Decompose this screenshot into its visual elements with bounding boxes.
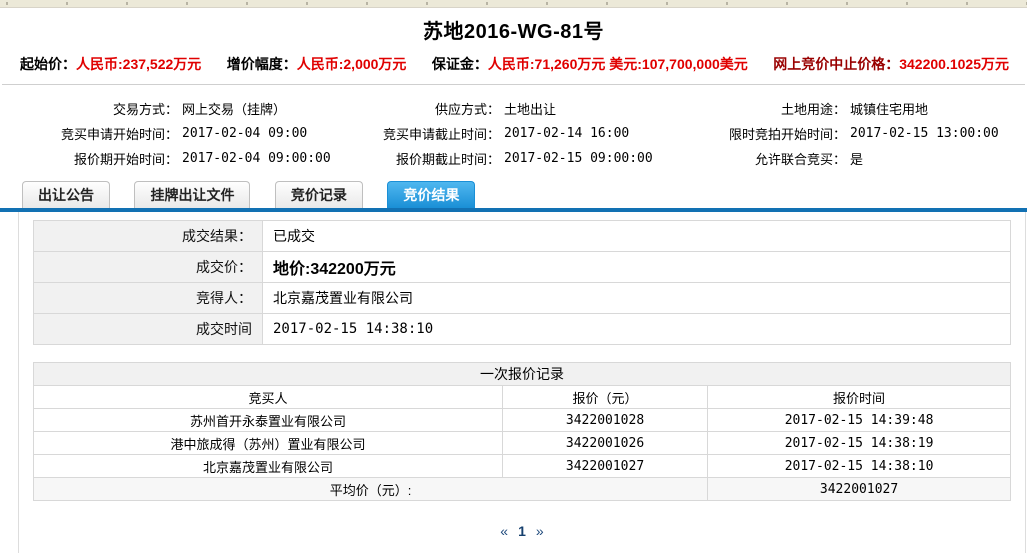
col-header-bidder: 竞买人 xyxy=(33,385,503,409)
bidder-name: 苏州首开永泰置业有限公司 xyxy=(33,408,503,432)
deposit-label: 保证金： xyxy=(431,56,488,72)
tab-sale-announcement[interactable]: 出让公告 xyxy=(22,181,110,208)
tab-bid-records[interactable]: 竞价记录 xyxy=(274,181,363,208)
page-next-button[interactable]: » xyxy=(536,523,544,539)
page-title: 苏地2016-WG-81号 xyxy=(423,21,604,43)
page-prev-button[interactable]: « xyxy=(500,523,508,539)
info-label: 竞买申请开始时间： xyxy=(60,126,178,142)
browser-toolbar-remnant xyxy=(0,0,1027,8)
tab-bar: 出让公告 挂牌出让文件 竞价记录 竞价结果 xyxy=(0,181,1027,208)
table-header-row: 竞买人 报价（元） 报价时间 xyxy=(33,385,1011,409)
tab-listing-documents[interactable]: 挂牌出让文件 xyxy=(134,181,251,208)
info-value: 2017-02-04 09:00 xyxy=(182,125,308,141)
increment-amount: 增价幅度：人民币:2,000万元 xyxy=(227,54,407,74)
info-apply-end: 竞买申请截止时间： 2017-02-14 16:00 xyxy=(360,122,700,144)
info-supply-method: 供应方式： 土地出让 xyxy=(360,97,700,119)
info-joint-bid-allowed: 允许联合竞买： 是 xyxy=(700,147,1027,169)
info-value: 2017-02-15 13:00:00 xyxy=(850,125,999,141)
info-land-use: 土地用途： 城镇住宅用地 xyxy=(700,97,1027,119)
info-quote-start: 报价期开始时间： 2017-02-04 09:00:00 xyxy=(0,147,360,169)
col-header-price: 报价（元） xyxy=(501,385,709,409)
info-value: 土地出让 xyxy=(504,101,557,117)
col-header-time: 报价时间 xyxy=(707,385,1011,409)
info-label: 土地用途： xyxy=(780,101,846,117)
table-row: 竞得人： 北京嘉茂置业有限公司 xyxy=(33,282,1011,314)
bid-time: 2017-02-15 14:38:19 xyxy=(707,431,1011,455)
result-label: 成交时间 xyxy=(33,313,263,345)
average-price-row: 平均价（元）: 3422001027 xyxy=(32,477,1011,501)
deal-time-value: 2017-02-15 14:38:10 xyxy=(262,313,1011,345)
online-stop-price: 网上竞价中止价格：342200.1025万元 xyxy=(773,54,1009,74)
info-label: 允许联合竞买： xyxy=(754,151,846,167)
deposit: 保证金：人民币:71,260万元 美元:107,700,000美元 xyxy=(432,54,748,74)
deposit-value: 人民币:71,260万元 美元:107,700,000美元 xyxy=(487,56,748,72)
average-price-label: 平均价（元）: xyxy=(32,477,709,501)
info-value: 2017-02-15 09:00:00 xyxy=(504,150,653,166)
average-price-value: 3422001027 xyxy=(707,477,1011,501)
first-round-bid-table: 一次报价记录 竞买人 报价（元） 报价时间 苏州首开永泰置业有限公司 34220… xyxy=(32,362,1011,501)
info-label: 报价期开始时间： xyxy=(73,151,178,167)
tab-bid-result[interactable]: 竞价结果 xyxy=(387,181,476,208)
info-value: 2017-02-04 09:00:00 xyxy=(182,150,331,166)
start-price-label: 起始价： xyxy=(20,56,76,72)
info-label: 交易方式： xyxy=(112,101,178,117)
start-price: 起始价：人民币:237,522万元 xyxy=(20,54,201,74)
table-row: 北京嘉茂置业有限公司 3422001027 2017-02-15 14:38:1… xyxy=(33,454,1011,478)
info-timed-auction-start: 限时竞拍开始时间： 2017-02-15 13:00:00 xyxy=(700,122,1027,144)
pagination: « 1 » xyxy=(33,523,1011,539)
winner-value: 北京嘉茂置业有限公司 xyxy=(262,282,1011,314)
bidder-name: 北京嘉茂置业有限公司 xyxy=(33,454,503,478)
bid-time: 2017-02-15 14:38:10 xyxy=(707,454,1011,478)
info-value: 是 xyxy=(850,151,864,167)
info-value: 网上交易（挂牌） xyxy=(182,101,287,117)
info-label: 报价期截止时间： xyxy=(395,151,500,167)
info-label: 竞买申请截止时间： xyxy=(382,126,500,142)
price-summary-bar: 起始价：人民币:237,522万元 增价幅度：人民币:2,000万元 保证金：人… xyxy=(0,50,1027,84)
increment-value: 人民币:2,000万元 xyxy=(296,56,407,72)
bid-table-title: 一次报价记录 xyxy=(33,362,1011,386)
table-row: 苏州首开永泰置业有限公司 3422001028 2017-02-15 14:39… xyxy=(33,408,1011,432)
increment-label: 增价幅度： xyxy=(226,56,297,72)
bid-price: 3422001027 xyxy=(501,454,709,478)
bid-time: 2017-02-15 14:39:48 xyxy=(707,408,1011,432)
tab-content-panel: 成交结果： 已成交 成交价： 地价:342200万元 竞得人： 北京嘉茂置业有限… xyxy=(18,212,1026,553)
deal-price-value: 地价:342200万元 xyxy=(262,251,1011,283)
bidder-name: 港中旅成得（苏州）置业有限公司 xyxy=(33,431,503,455)
stop-price-value: 342200.1025万元 xyxy=(899,56,1009,72)
result-value: 已成交 xyxy=(262,220,1011,252)
result-label: 成交价： xyxy=(33,251,263,283)
table-row: 成交价： 地价:342200万元 xyxy=(33,251,1011,283)
page-number-current[interactable]: 1 xyxy=(518,523,526,539)
bid-price: 3422001028 xyxy=(501,408,709,432)
info-apply-start: 竞买申请开始时间： 2017-02-04 09:00 xyxy=(0,122,360,144)
info-trade-method: 交易方式： 网上交易（挂牌） xyxy=(0,97,360,119)
info-label: 限时竞拍开始时间： xyxy=(728,126,846,142)
table-row: 港中旅成得（苏州）置业有限公司 3422001026 2017-02-15 14… xyxy=(33,431,1011,455)
start-price-value: 人民币:237,522万元 xyxy=(76,56,202,72)
result-label: 成交结果： xyxy=(33,220,263,252)
info-label: 供应方式： xyxy=(434,101,500,117)
table-title-row: 一次报价记录 xyxy=(33,362,1011,386)
info-value: 2017-02-14 16:00 xyxy=(504,125,630,141)
table-row: 成交时间 2017-02-15 14:38:10 xyxy=(33,313,1011,345)
deal-result-table: 成交结果： 已成交 成交价： 地价:342200万元 竞得人： 北京嘉茂置业有限… xyxy=(33,220,1011,345)
auction-info-grid: 交易方式： 网上交易（挂牌） 供应方式： 土地出让 土地用途： 城镇住宅用地 竞… xyxy=(0,85,1027,179)
info-quote-end: 报价期截止时间： 2017-02-15 09:00:00 xyxy=(360,147,700,169)
result-label: 竞得人： xyxy=(33,282,263,314)
table-row: 成交结果： 已成交 xyxy=(33,220,1011,252)
info-value: 城镇住宅用地 xyxy=(850,101,929,117)
stop-price-label: 网上竞价中止价格： xyxy=(773,56,900,72)
bid-price: 3422001026 xyxy=(501,431,709,455)
